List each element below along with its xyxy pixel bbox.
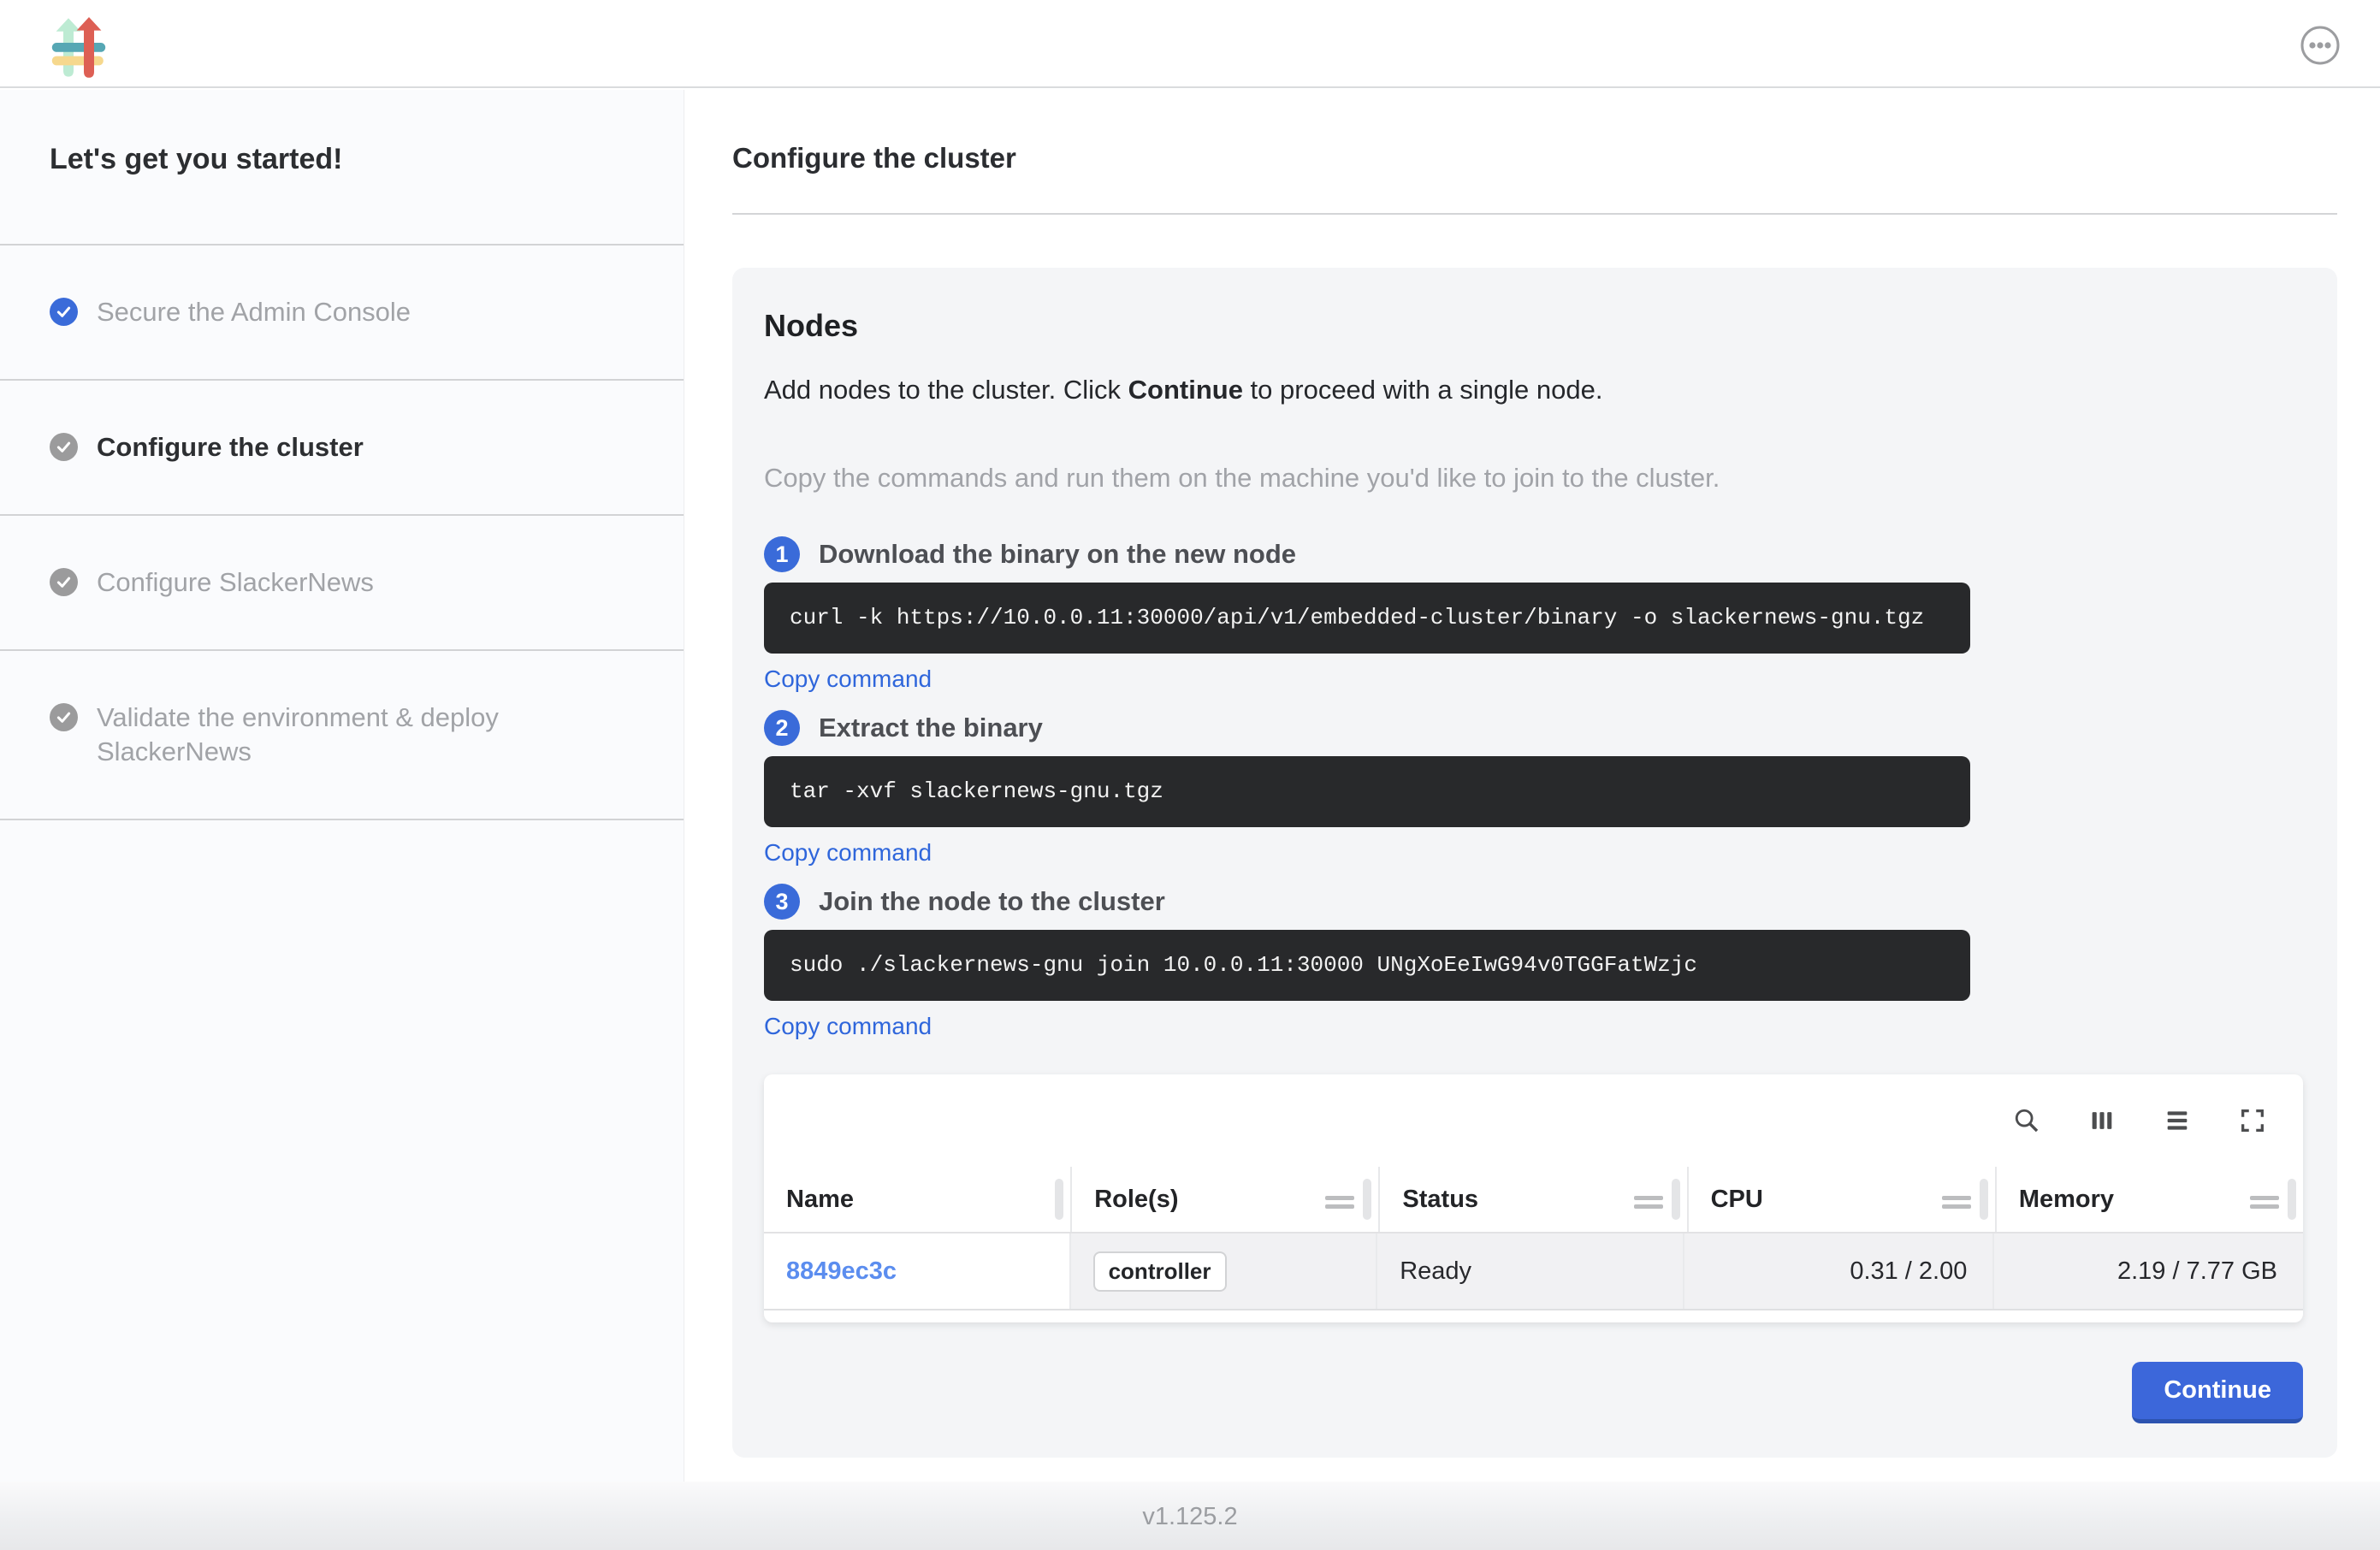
copy-command-link[interactable]: Copy command <box>764 664 932 695</box>
table-header-row: Name Role(s) Status CPU Memory <box>764 1167 2303 1233</box>
role-badge: controller <box>1093 1251 1227 1292</box>
check-icon <box>55 438 73 456</box>
command-code-block: curl -k https://10.0.0.11:30000/api/v1/e… <box>764 583 1970 654</box>
column-drag-handle[interactable] <box>1634 1188 1663 1216</box>
version-label: v1.125.2 <box>1142 1482 1237 1531</box>
column-resize-handle[interactable] <box>1363 1179 1371 1220</box>
check-icon <box>55 303 73 321</box>
table-body: 8849ec3c controller Ready0.31 / 2.002.19 /… <box>764 1233 2303 1310</box>
join-steps: 1 Download the binary on the new node curl… <box>764 536 2303 1057</box>
column-header-label: CPU <box>1711 1186 1763 1214</box>
step-title: Download the binary on the new node <box>819 539 1296 570</box>
column-resize-handle[interactable] <box>1055 1179 1063 1220</box>
ellipsis-circle-icon <box>2300 25 2341 66</box>
column-header-label: Name <box>786 1186 854 1214</box>
column-drag-handle[interactable] <box>1942 1188 1971 1216</box>
column-drag-handle-icon <box>1942 1195 1971 1210</box>
cell-name: 8849ec3c <box>764 1233 1069 1309</box>
step-heading: 3 Join the node to the cluster <box>764 884 2303 920</box>
main-content: Configure the cluster Nodes Add nodes to… <box>685 90 2380 1482</box>
column-header-name[interactable]: Name <box>764 1167 1070 1232</box>
column-header-roles[interactable]: Role(s) <box>1070 1167 1378 1232</box>
sidebar-item-3[interactable]: Configure SlackerNews <box>0 516 684 651</box>
sidebar-item-label: Secure the Admin Console <box>97 295 411 329</box>
column-header-label: Status <box>1402 1186 1478 1214</box>
column-drag-handle-icon <box>1634 1195 1663 1210</box>
admin-console: Let's get you started! Secure the Admin … <box>0 0 2380 1550</box>
column-header-memory[interactable]: Memory <box>1995 1167 2303 1232</box>
step-check-icon <box>50 703 78 731</box>
fullscreen-icon[interactable] <box>2238 1106 2267 1135</box>
column-resize-handle[interactable] <box>1980 1179 1988 1220</box>
column-resize-handle[interactable] <box>2288 1179 2296 1220</box>
command-code-block: sudo ./slackernews-gnu join 10.0.0.11:30… <box>764 930 1970 1001</box>
nodes-intro: Add nodes to the cluster. Click Continue… <box>764 372 2303 408</box>
join-step-1: 1 Download the binary on the new node curl… <box>764 536 2303 710</box>
app-footer: v1.125.2 <box>0 1482 2380 1550</box>
nodes-card: Nodes Add nodes to the cluster. Click Co… <box>732 268 2337 1458</box>
column-header-label: Memory <box>2019 1186 2114 1214</box>
card-actions: Continue <box>764 1362 2303 1423</box>
cell-status: Ready <box>1376 1233 1683 1309</box>
search-icon[interactable] <box>2012 1106 2041 1135</box>
sidebar-item-label: Validate the environment & deploy Slacke… <box>97 701 593 769</box>
command-code-block: tar -xvf slackernews-gnu.tgz <box>764 756 1970 827</box>
step-number-badge: 1 <box>764 536 800 572</box>
sidebar-item-1[interactable]: Secure the Admin Console <box>0 246 684 381</box>
cell-memory: 2.19 / 7.77 GB <box>1992 1233 2303 1309</box>
cell-roles: controller <box>1069 1233 1376 1309</box>
sidebar-item-label: Configure SlackerNews <box>97 565 374 600</box>
page-title: Configure the cluster <box>732 141 2337 175</box>
step-heading: 1 Download the binary on the new node <box>764 536 2303 572</box>
step-heading: 2 Extract the binary <box>764 710 2303 746</box>
column-drag-handle[interactable] <box>1325 1188 1354 1216</box>
more-menu-button[interactable] <box>2300 25 2341 66</box>
step-number-badge: 3 <box>764 884 800 920</box>
step-title: Extract the binary <box>819 713 1043 743</box>
step-check-icon <box>50 568 78 596</box>
sidebar-item-label: Configure the cluster <box>97 430 364 464</box>
slackernews-logo <box>50 17 108 79</box>
check-icon <box>55 708 73 726</box>
show-hide-columns-icon[interactable] <box>2087 1106 2117 1135</box>
nodes-card-title: Nodes <box>764 309 2303 343</box>
top-bar <box>0 0 2380 88</box>
step-title: Join the node to the cluster <box>819 886 1165 917</box>
column-drag-handle-icon <box>1325 1195 1354 1210</box>
join-hint: Copy the commands and run them on the ma… <box>764 461 2303 495</box>
sidebar-step-list: Secure the Admin Console Configure the cl… <box>0 246 684 820</box>
column-drag-handle-icon <box>2250 1195 2279 1210</box>
column-header-label: Role(s) <box>1094 1186 1178 1214</box>
copy-command-link[interactable]: Copy command <box>764 837 932 868</box>
completed-check-icon <box>50 298 78 326</box>
cell-cpu: 0.31 / 2.00 <box>1683 1233 1993 1309</box>
node-name-link[interactable]: 8849ec3c <box>786 1257 897 1286</box>
column-resize-handle[interactable] <box>1672 1179 1680 1220</box>
check-icon <box>55 573 73 591</box>
table-row: 8849ec3c controller Ready0.31 / 2.002.19 /… <box>764 1233 2303 1310</box>
column-drag-handle[interactable] <box>2250 1188 2279 1216</box>
sidebar-item-2[interactable]: Configure the cluster <box>0 381 684 516</box>
density-icon[interactable] <box>2163 1106 2192 1135</box>
sidebar-title: Let's get you started! <box>0 90 684 246</box>
continue-button[interactable]: Continue <box>2132 1362 2303 1423</box>
title-divider <box>732 213 2337 215</box>
table-toolbar <box>764 1074 2303 1167</box>
join-step-2: 2 Extract the binary tar -xvf slackernews-… <box>764 710 2303 884</box>
nodes-table-card: Name Role(s) Status CPU Memory 8849ec3c contr… <box>764 1074 2303 1322</box>
sidebar-item-4[interactable]: Validate the environment & deploy Slacke… <box>0 651 684 820</box>
step-check-icon <box>50 433 78 461</box>
join-step-3: 3 Join the node to the cluster sudo ./slac… <box>764 884 2303 1057</box>
column-header-cpu[interactable]: CPU <box>1687 1167 1995 1232</box>
column-header-status[interactable]: Status <box>1378 1167 1686 1232</box>
copy-command-link[interactable]: Copy command <box>764 1011 932 1042</box>
step-number-badge: 2 <box>764 710 800 746</box>
onboarding-sidebar: Let's get you started! Secure the Admin … <box>0 90 684 1482</box>
